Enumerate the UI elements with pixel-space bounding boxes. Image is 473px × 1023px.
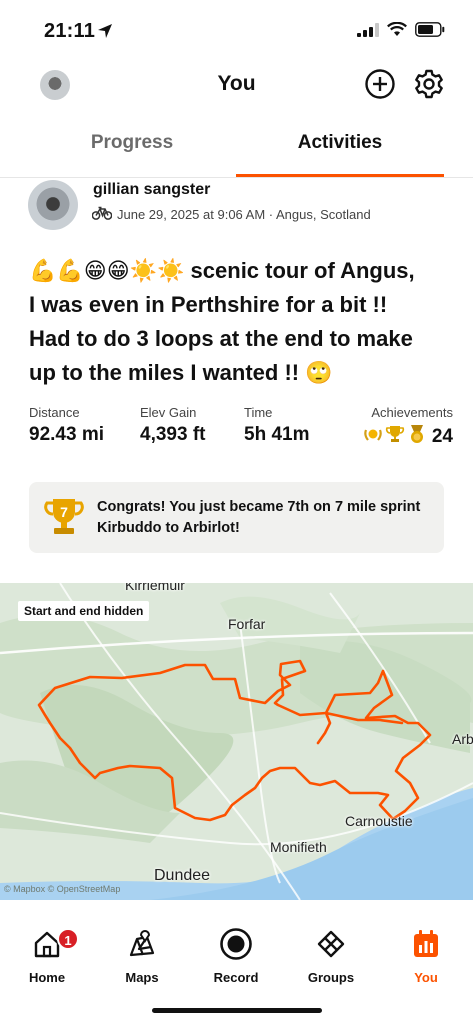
activity-title-line: I was even in Perthshire for a bit !! — [29, 292, 388, 317]
tabbar-label: Maps — [125, 970, 159, 985]
map-attribution: © Mapbox © OpenStreetMap — [4, 884, 121, 894]
activity-stats: Distance 92.43 mi Elev Gain 4,393 ft Tim… — [0, 405, 473, 455]
tabbar-label: You — [414, 970, 438, 985]
achievements-row: 24 — [355, 424, 453, 449]
athlete-name[interactable]: gillian sangster — [93, 181, 210, 199]
medal-icon — [407, 424, 427, 449]
home-indicator — [152, 1008, 322, 1013]
stat-label: Achievements — [371, 405, 453, 420]
map-label: Arb — [452, 731, 473, 747]
trophy-rank: 7 — [60, 504, 68, 520]
activity-meta: June 29, 2025 at 9:06 AM · Angus, Scotla… — [91, 206, 371, 223]
stat-label: Time — [244, 405, 273, 420]
stat-elevation: Elev Gain 4,393 ft — [140, 405, 205, 446]
map-label: Dundee — [154, 867, 211, 884]
activity-title[interactable]: 💪💪😁😁☀️☀️ scenic tour of Angus, I was eve… — [29, 254, 459, 390]
activity-title-line: up to the miles I wanted !! 🙄 — [29, 360, 333, 385]
you-icon — [386, 926, 466, 962]
stat-value: 92.43 mi — [29, 424, 104, 445]
tabbar-label: Home — [28, 970, 66, 985]
signal-icon — [357, 22, 379, 42]
wifi-icon — [387, 21, 407, 42]
nav-header: You — [0, 58, 473, 112]
congrats-text: Congrats! You just became 7th on 7 mile … — [97, 499, 421, 536]
activity-date-location: June 29, 2025 at 9:06 AM · Angus, Scotla… — [117, 207, 371, 222]
trophy-icon — [385, 424, 405, 449]
trophy-icon: 7 — [43, 496, 85, 543]
gear-icon[interactable] — [413, 68, 445, 100]
segment-achievement-banner[interactable]: 7 Congrats! You just became 7th on 7 mil… — [29, 482, 444, 553]
tabbar-home[interactable]: 1 Home — [7, 926, 87, 985]
stat-label: Elev Gain — [140, 405, 197, 420]
activity-title-line: 💪💪😁😁☀️☀️ scenic tour of Angus, — [29, 258, 415, 283]
activity-title-line: Had to do 3 loops at the end to make — [29, 326, 413, 351]
active-tab-indicator — [236, 174, 444, 177]
privacy-badge: Start and end hidden — [18, 601, 150, 621]
groups-icon — [291, 926, 371, 962]
location-arrow-icon — [96, 22, 114, 45]
map-label: Monifieth — [270, 839, 327, 855]
tab-activities[interactable]: Activities — [222, 132, 458, 154]
map-label: Kirriemuir — [125, 583, 185, 593]
tabbar-maps[interactable]: Maps — [102, 926, 182, 985]
stat-distance: Distance 92.43 mi — [29, 405, 104, 446]
tabbar-label: Groups — [307, 970, 355, 985]
stat-achievements[interactable]: Achievements 24 — [355, 405, 453, 449]
maps-icon — [102, 926, 182, 962]
stat-time: Time 5h 41m — [244, 405, 309, 446]
athlete-avatar[interactable] — [28, 180, 78, 230]
plus-icon[interactable] — [364, 68, 396, 100]
tabbar-label: Record — [213, 970, 259, 985]
tabbar-record[interactable]: Record — [196, 926, 276, 985]
map-label: Forfar — [228, 616, 266, 632]
stat-value: 4,393 ft — [140, 424, 206, 445]
stat-value: 5h 41m — [244, 424, 310, 445]
tabbar-you[interactable]: You — [386, 926, 466, 985]
status-time: 21:11 — [44, 20, 96, 42]
bike-icon — [91, 206, 113, 223]
tabs: Progress Activities — [0, 122, 473, 178]
status-bar: 21:11 — [0, 0, 473, 60]
battery-icon — [415, 22, 445, 42]
notification-badge: 1 — [57, 928, 79, 950]
laurel-icon — [363, 424, 383, 449]
record-icon — [196, 926, 276, 962]
page-title: You — [217, 72, 256, 95]
map-label: Carnoustie — [345, 813, 413, 829]
tabbar-groups[interactable]: Groups — [291, 926, 371, 985]
achievement-count: 24 — [431, 425, 453, 447]
activity-map[interactable]: Start and end hidden Kirriemuir Forfar A… — [0, 583, 473, 900]
tab-progress[interactable]: Progress — [14, 132, 250, 154]
stat-label: Distance — [29, 405, 80, 420]
